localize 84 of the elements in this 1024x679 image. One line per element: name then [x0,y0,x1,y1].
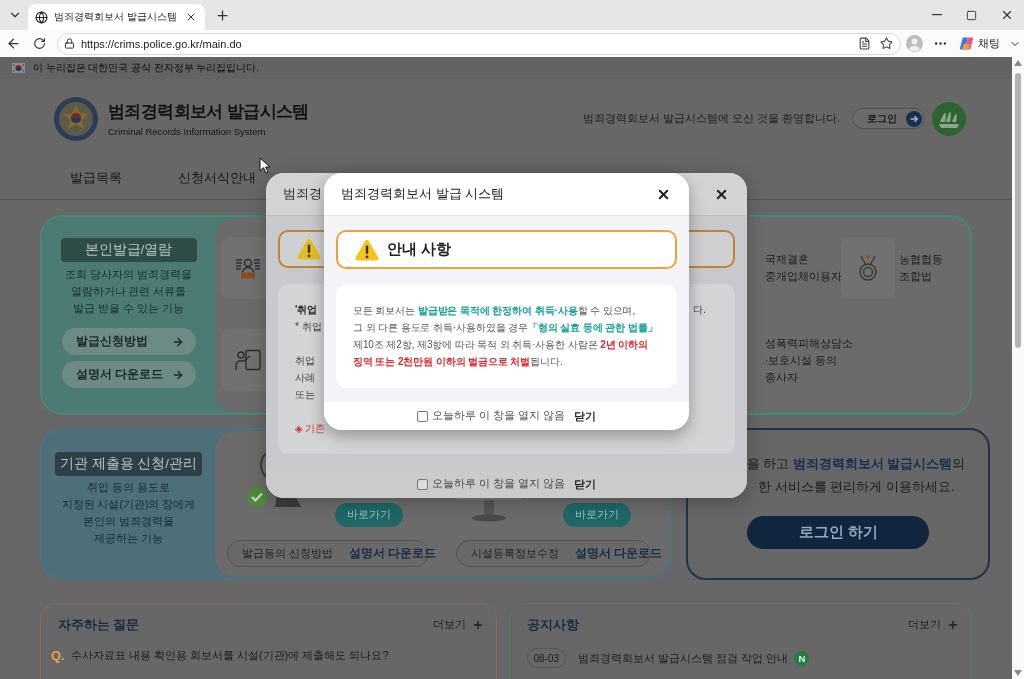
guide-button[interactable]: 설명서 다운로드 [61,361,196,388]
site-subtitle: Criminal Records Information System [108,125,267,137]
avatar-icon [906,35,924,52]
swirl-logo-icon [959,36,974,51]
dont-show-checkbox[interactable] [417,478,429,490]
message-text: 다. [693,302,706,317]
login-prompt-text: 한 서비스를 편리하게 이용하세요. [758,479,955,496]
dont-show-label: 오늘하루 이 창을 열지 않음 [432,409,565,423]
card-title: 자주하는 질문 [58,616,140,634]
address-field[interactable]: https://crims.police.go.kr/main.do [56,32,902,55]
section-description: 취업 등의 용도로 지정된 시설(기관)의 장에게 본인의 범죄경력을 제공하는 기능 [61,480,196,546]
notice-link[interactable]: 범죄경력회보서 발급시스템 점검 작업 안내 [578,650,789,666]
shortcut-button[interactable]: 바로가기 [563,503,631,527]
dont-show-checkbox[interactable] [417,410,429,422]
service-label[interactable]: 농협협동 조합법 [899,251,943,285]
banner-text: 이 누리집은 대한민국 공식 전자정부 누리집입니다. [33,61,259,75]
login-button[interactable]: 로그인 하기 [747,516,930,549]
section-title: 본인발급/열람 [60,238,197,262]
plus-icon [947,619,959,631]
scrollbar[interactable] [1012,57,1024,679]
arrow-right-icon [171,368,184,381]
guide-link[interactable]: 시설등록정보수정 [471,546,559,561]
more-link[interactable]: 더보기 [432,618,484,632]
message-text: '취업 [295,302,318,317]
scrollbar-thumb[interactable] [1015,73,1021,348]
more-link[interactable]: 더보기 [908,618,959,632]
reload-icon [33,37,47,50]
icon-tile[interactable] [841,237,895,299]
close-text-button[interactable]: 닫기 [573,476,596,492]
nav-link[interactable]: 신청서식안내 [178,170,256,187]
emblem-logo [53,95,99,142]
download-link[interactable]: 설명서 다운로드 [575,546,663,561]
presenter-icon [235,349,261,371]
site-title: 범죄경력회보서 발급시스템 [108,100,309,122]
dont-show-label: 오늘하루 이 창을 열지 않음 [432,477,565,491]
message-text: 모든 회보서는 발급받은 목적에 한정하여 취득·사용할 수 있으며, 그 외 다른 용도로 취득·사용하였을 경우「형의 실효 등에 관한 법률」 제10조 제2항, 제3항에 따라 목적 외 취득·사용한 사람은 2년 이하의 징역 또는 2천만원 이하의 벌금으로 처벌됩니다. [353,304,659,369]
document-icon [857,37,871,50]
warning-icon [297,238,321,260]
close-icon [185,11,197,23]
browser-tab[interactable]: 범죄경력회보서 발급시스템 [28,4,205,30]
flag-icon [12,63,25,73]
login-button[interactable]: 로그인 [852,108,925,129]
question-link[interactable]: 수사자료표 내용 확인용 회보서를 시설(기관)에 제출해도 되나요? [70,648,389,663]
medal-icon [856,254,880,282]
section-description: 조회 당사자의 범죄경력을 열람하거나 관련 서류를 발급 받을 수 있는 기능 [65,267,192,316]
arrow-right-icon [171,335,184,348]
message-text: ◈ 기존 [295,421,326,436]
arrow-circle-icon [906,110,922,127]
card-title: 공지사항 [526,616,579,634]
favorite-button[interactable] [878,35,895,52]
warning-icon [355,238,379,261]
plus-icon [471,619,484,631]
notice-title: 안내 사항 [387,240,452,259]
section-title: 기관 제출용 신청/관리 [54,452,203,476]
message-text: 또는 [295,387,315,402]
guide-button[interactable]: 발급신청방법 [61,328,196,355]
dialog-title: 범죄경 [283,185,322,203]
minimize-icon [931,14,942,16]
star-icon [879,37,893,50]
plus-icon [214,7,230,23]
question-marker: Q. [51,648,65,663]
id-card-icon [235,257,261,279]
cursor-icon [259,157,271,174]
lock-icon [63,38,75,49]
round-logo [932,101,966,136]
shortcut-button[interactable]: 바로가기 [335,503,403,527]
download-link[interactable]: 설명서 다운로드 [349,546,437,561]
message-text: 사례 [295,370,315,385]
maximize-icon [966,9,977,21]
guide-link[interactable]: 발급동의 신청방법 [242,546,334,561]
new-badge: N [794,650,810,666]
nav-link[interactable]: 발급목록 [70,170,122,187]
welcome-text: 범죄경력회보서 발급시스템에 오신 것을 환영합니다. [583,111,840,126]
dialog-title: 범죄경력회보서 발급 시스템 [341,185,505,203]
globe-icon [35,10,48,24]
chat-button[interactable]: 채팅 [959,36,1000,51]
message-text: * 취업 [295,319,322,334]
scroll-up-icon [1014,60,1022,66]
message-text: 취업 [295,353,315,368]
login-prompt-text: 을 하고 범죄경력회보서 발급시스템의 [747,456,966,473]
scroll-down-icon [1014,670,1022,676]
service-label[interactable]: 성폭력피해상담소 ·보호시설 등의 종사자 [765,334,853,386]
service-label[interactable]: 국제결혼 중개업체이용자 [765,251,842,285]
close-text-button[interactable]: 닫기 [573,408,596,424]
